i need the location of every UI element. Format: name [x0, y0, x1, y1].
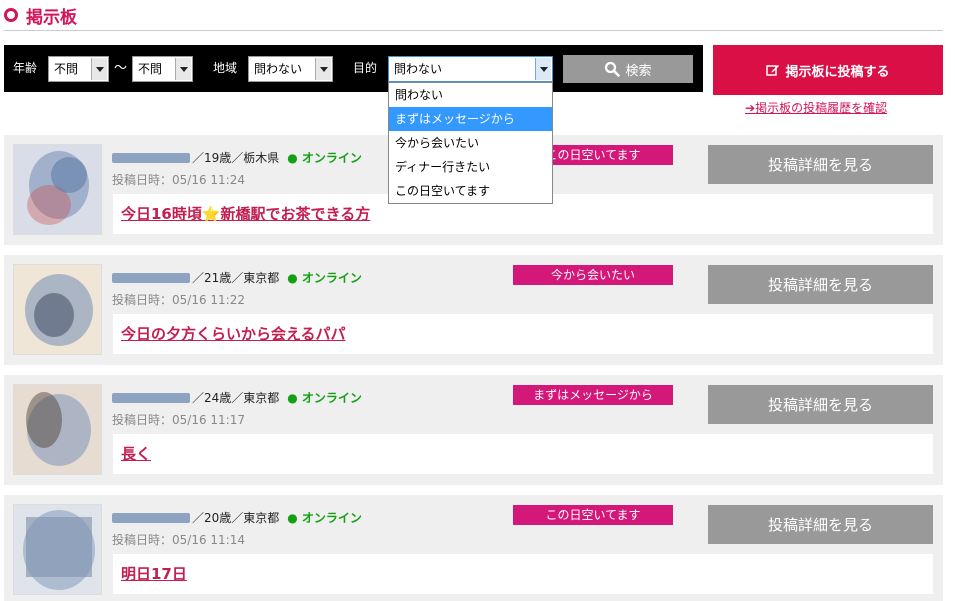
age-region: ／19歳／栃木県 — [192, 151, 280, 165]
purpose-value: 問わない — [394, 62, 443, 76]
blurred-username[interactable] — [112, 152, 190, 163]
search-button[interactable]: 検索 — [563, 55, 693, 83]
title-divider — [4, 30, 943, 31]
view-detail-button[interactable]: 投稿詳細を見る — [708, 145, 933, 184]
post-message-link[interactable]: 今日の夕方くらいから会えるパパ — [121, 325, 346, 343]
region-value: 問わない — [254, 62, 303, 76]
age-from-select[interactable]: 不問 — [48, 56, 109, 82]
post-message-box: 今日の夕方くらいから会えるパパ — [113, 314, 933, 354]
post-date: 投稿日時：05/16 11:24 — [112, 173, 245, 187]
purpose-dropdown-list: 問わない まずはメッセージから 今から会いたい ディナー行きたい この日空いてま… — [388, 82, 553, 204]
purpose-tag: まずはメッセージから — [513, 385, 673, 405]
region-label: 地域 — [213, 61, 238, 75]
post-message-box: 明日17日 — [113, 554, 933, 594]
online-status: ● オンライン — [287, 391, 362, 405]
dropdown-option[interactable]: 問わない — [389, 83, 552, 107]
avatar[interactable] — [13, 504, 102, 595]
post-message-link[interactable]: 明日17日 — [121, 565, 187, 583]
dropdown-option-highlighted[interactable]: まずはメッセージから — [389, 107, 552, 131]
post-history-link[interactable]: ➔掲示板の投稿履歴を確認 — [745, 99, 887, 116]
post-date: 投稿日時：05/16 11:17 — [112, 413, 245, 427]
avatar[interactable] — [13, 384, 102, 475]
post-meta: ／20歳／東京都 ● オンライン — [112, 509, 362, 526]
age-label: 年齢 — [13, 61, 38, 75]
chevron-down-icon — [315, 58, 331, 80]
purpose-label: 目的 — [353, 61, 378, 75]
arrow-right-icon: ➔ — [745, 101, 756, 115]
post-to-board-button[interactable]: 掲示板に投稿する — [713, 45, 943, 95]
blurred-avatar-image — [14, 145, 101, 234]
dropdown-option[interactable]: ディナー行きたい — [389, 155, 552, 179]
purpose-tag: この日空いてます — [513, 505, 673, 525]
purpose-tag: 今から会いたい — [513, 265, 673, 285]
chevron-down-icon — [535, 58, 551, 80]
blurred-username[interactable] — [112, 272, 190, 283]
page-title-text: 掲示板 — [26, 7, 77, 28]
page-title: 掲示板 — [4, 2, 77, 28]
search-button-label: 検索 — [625, 63, 652, 79]
view-detail-button[interactable]: 投稿詳細を見る — [708, 265, 933, 304]
blurred-username[interactable] — [112, 392, 190, 403]
online-status: ● オンライン — [287, 511, 362, 525]
post-card: ／21歳／東京都 ● オンライン 投稿日時：05/16 11:22 今から会いた… — [4, 255, 943, 365]
blurred-avatar-image — [14, 385, 101, 474]
post-meta: ／21歳／東京都 ● オンライン — [112, 269, 362, 286]
age-region: ／21歳／東京都 — [192, 271, 280, 285]
post-message-box: 長く — [113, 434, 933, 474]
chevron-down-icon — [91, 58, 107, 80]
search-icon — [605, 61, 621, 77]
post-meta: ／19歳／栃木県 ● オンライン — [112, 149, 362, 166]
dropdown-option[interactable]: 今から会いたい — [389, 131, 552, 155]
age-region: ／20歳／東京都 — [192, 511, 280, 525]
online-status: ● オンライン — [287, 151, 362, 165]
avatar[interactable] — [13, 264, 102, 355]
post-message-link[interactable]: 今日16時頃⭐新橋駅でお茶できる方 — [121, 205, 370, 223]
post-meta: ／24歳／東京都 ● オンライン — [112, 389, 362, 406]
dropdown-option[interactable]: この日空いてます — [389, 179, 552, 203]
purpose-select[interactable]: 問わない — [388, 56, 553, 82]
filter-bar: 年齢 不問 ～ 不問 地域 問わない 目的 問わない 検索 — [4, 45, 703, 92]
online-status: ● オンライン — [287, 271, 362, 285]
blurred-avatar-image — [14, 265, 101, 354]
age-range-separator: ～ — [114, 61, 128, 76]
region-select[interactable]: 問わない — [248, 56, 333, 82]
age-region: ／24歳／東京都 — [192, 391, 280, 405]
blurred-avatar-image — [14, 505, 101, 594]
blurred-username[interactable] — [112, 512, 190, 523]
post-card: ／24歳／東京都 ● オンライン 投稿日時：05/16 11:17 まずはメッセ… — [4, 375, 943, 485]
age-to-select[interactable]: 不問 — [132, 56, 193, 82]
post-message-link[interactable]: 長く — [121, 445, 151, 463]
post-history-link-label: 掲示板の投稿履歴を確認 — [755, 101, 888, 115]
circle-bullet-icon — [4, 8, 18, 22]
post-button-label: 掲示板に投稿する — [785, 64, 890, 80]
age-from-value: 不問 — [54, 62, 79, 76]
view-detail-button[interactable]: 投稿詳細を見る — [708, 505, 933, 544]
edit-icon — [766, 65, 780, 76]
view-detail-button[interactable]: 投稿詳細を見る — [708, 385, 933, 424]
age-to-value: 不問 — [138, 62, 163, 76]
chevron-down-icon — [175, 58, 191, 80]
post-date: 投稿日時：05/16 11:14 — [112, 533, 245, 547]
avatar[interactable] — [13, 144, 102, 235]
post-card: ／20歳／東京都 ● オンライン 投稿日時：05/16 11:14 この日空いて… — [4, 495, 943, 601]
post-date: 投稿日時：05/16 11:22 — [112, 293, 245, 307]
